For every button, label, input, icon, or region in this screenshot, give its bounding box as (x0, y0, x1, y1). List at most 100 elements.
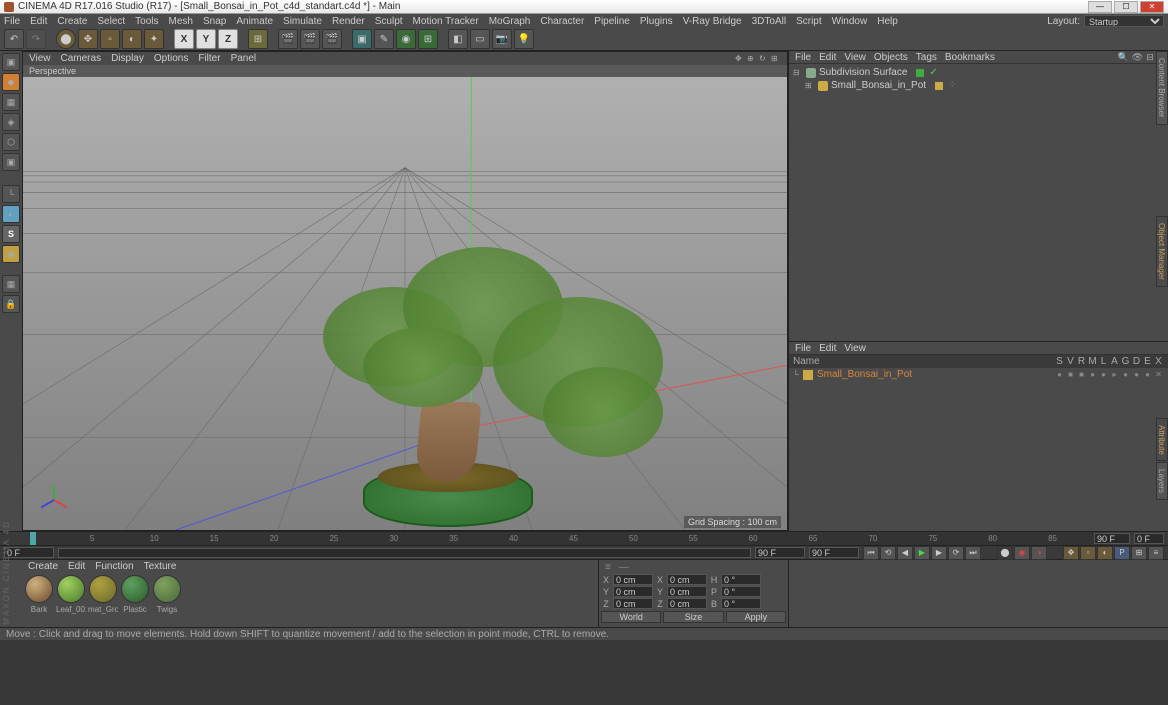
mat-menu-create[interactable]: Create (28, 561, 58, 572)
vp-menu-filter[interactable]: Filter (198, 53, 220, 64)
coord-mode-world[interactable]: World (601, 611, 661, 623)
pos-key-button[interactable]: ✥ (1063, 546, 1079, 560)
material-list[interactable]: Bark Leaf_001 mat_Ground Plastic Twigs (22, 573, 598, 627)
lh-e[interactable]: E (1142, 356, 1153, 367)
object-row-sds[interactable]: ⊟ Subdivision Surface ✓ (791, 66, 1166, 79)
menu-pipeline[interactable]: Pipeline (594, 16, 630, 27)
material-plastic[interactable]: Plastic (120, 575, 150, 614)
floor-button[interactable]: ▭ (470, 29, 490, 49)
vp-toggle-icon[interactable]: ⊞ (771, 54, 781, 64)
render-region-button[interactable]: 🎬 (300, 29, 320, 49)
coord-b-rot[interactable] (721, 598, 761, 609)
menu-tools[interactable]: Tools (135, 16, 158, 27)
enable-icon[interactable]: ✓ (929, 67, 937, 78)
material-bark[interactable]: Bark (24, 575, 54, 614)
expand-icon[interactable]: ⊟ (793, 68, 803, 77)
pla-key-button[interactable]: ⊞ (1131, 546, 1147, 560)
menu-file[interactable]: File (4, 16, 20, 27)
keyframe-sel-button[interactable]: ◑ (1031, 546, 1047, 560)
lh-a[interactable]: A (1109, 356, 1120, 367)
object-name[interactable]: Subdivision Surface (819, 67, 907, 78)
param-key-button[interactable]: P (1114, 546, 1130, 560)
lh-l[interactable]: L (1098, 356, 1109, 367)
menu-mograph[interactable]: MoGraph (489, 16, 531, 27)
prev-key-button[interactable]: ⟲ (880, 546, 896, 560)
lp-menu-edit[interactable]: Edit (819, 343, 836, 354)
layer-row[interactable]: └ Small_Bonsai_in_Pot ● ■ ■ ● ● ▸ ● ● ● … (789, 368, 1168, 381)
vp-menu-cameras[interactable]: Cameras (61, 53, 102, 64)
timeline-end-field-2[interactable] (1134, 533, 1164, 544)
coord-z-pos[interactable] (613, 598, 653, 609)
menu-edit[interactable]: Edit (30, 16, 47, 27)
camera-button[interactable]: 📷 (492, 29, 512, 49)
redo-button[interactable]: ↷ (26, 29, 46, 49)
layer-color-icon[interactable] (803, 370, 813, 380)
vp-nav-icon[interactable]: ✥ (735, 54, 745, 64)
vp-menu-panel[interactable]: Panel (231, 53, 257, 64)
coord-tab-dash2[interactable]: — (619, 562, 629, 573)
rot-key-button[interactable]: ◐ (1097, 546, 1113, 560)
menu-select[interactable]: Select (97, 16, 125, 27)
pen-tool-button[interactable]: ✎ (374, 29, 394, 49)
workplane-tool[interactable]: ◈ (2, 113, 20, 131)
tab-object-manager[interactable]: Object Manager (1156, 216, 1168, 287)
menu-3dtoall[interactable]: 3DToAll (752, 16, 786, 27)
maximize-button[interactable]: ☐ (1114, 1, 1138, 13)
coord-system-button[interactable]: ⊞ (248, 29, 268, 49)
vp-rotate-icon[interactable]: ↻ (759, 54, 769, 64)
layer-d[interactable]: ● (1131, 370, 1142, 379)
menu-mesh[interactable]: Mesh (169, 16, 193, 27)
timeline-track[interactable]: 051015202530354045505560657075808590 (30, 532, 1108, 545)
coord-apply-button[interactable]: Apply (726, 611, 786, 623)
coord-z-size[interactable] (667, 598, 707, 609)
vp-zoom-icon[interactable]: ⊕ (747, 54, 757, 64)
y-axis-lock[interactable]: Y (196, 29, 216, 49)
locked-workplane-tool[interactable]: ◉ (2, 245, 20, 263)
prev-frame-button[interactable]: ◀ (897, 546, 913, 560)
move-tool[interactable]: ✥ (78, 29, 98, 49)
menu-create[interactable]: Create (57, 16, 87, 27)
viewport-solo-tool[interactable]: ◐ (2, 205, 20, 223)
autokey-button[interactable]: ◉ (1014, 546, 1030, 560)
play-button[interactable]: ▶ (914, 546, 930, 560)
model-mode-tool[interactable]: ◆ (2, 73, 20, 91)
object-row-bonsai[interactable]: ⊞ Small_Bonsai_in_Pot ⁘ (791, 79, 1166, 92)
scale-tool[interactable]: ▫ (100, 29, 120, 49)
point-mode-tool[interactable]: ⬡ (2, 133, 20, 151)
layer-s[interactable]: ● (1054, 370, 1065, 379)
layer-m[interactable]: ● (1087, 370, 1098, 379)
array-button[interactable]: ⊞ (418, 29, 438, 49)
timeline-range-slider[interactable] (58, 548, 751, 558)
om-menu-file[interactable]: File (795, 52, 811, 63)
layer-a[interactable]: ▸ (1109, 370, 1120, 379)
menu-window[interactable]: Window (832, 16, 868, 27)
menu-snap[interactable]: Snap (203, 16, 226, 27)
layer-v[interactable]: ■ (1065, 370, 1076, 379)
tab-layers[interactable]: Layers (1156, 462, 1168, 500)
render-settings-button[interactable]: 🎬 (322, 29, 342, 49)
cube-primitive-button[interactable]: ▣ (352, 29, 372, 49)
menu-simulate[interactable]: Simulate (283, 16, 322, 27)
next-key-button[interactable]: ⟳ (948, 546, 964, 560)
menu-vray[interactable]: V-Ray Bridge (683, 16, 742, 27)
lh-g[interactable]: G (1120, 356, 1131, 367)
layer-name[interactable]: Small_Bonsai_in_Pot (817, 369, 1054, 380)
visibility-tag[interactable] (916, 69, 924, 77)
menu-motiontracker[interactable]: Motion Tracker (413, 16, 479, 27)
rotate-tool[interactable]: ◐ (122, 29, 142, 49)
make-editable-tool[interactable]: ▣ (2, 53, 20, 71)
dopesheet-button[interactable]: ≡ (1148, 546, 1164, 560)
bend-button[interactable]: ◧ (448, 29, 468, 49)
lp-menu-file[interactable]: File (795, 343, 811, 354)
timeline-goto-field[interactable] (809, 547, 859, 558)
om-menu-tags[interactable]: Tags (916, 52, 937, 63)
layout-dropdown[interactable]: Startup (1084, 15, 1164, 27)
layer-r[interactable]: ■ (1076, 370, 1087, 379)
goto-end-button[interactable]: ⏭ (965, 546, 981, 560)
coord-p-rot[interactable] (721, 586, 761, 597)
om-menu-objects[interactable]: Objects (874, 52, 908, 63)
lp-menu-view[interactable]: View (844, 343, 866, 354)
material-twigs[interactable]: Twigs (152, 575, 182, 614)
om-menu-edit[interactable]: Edit (819, 52, 836, 63)
lh-r[interactable]: R (1076, 356, 1087, 367)
